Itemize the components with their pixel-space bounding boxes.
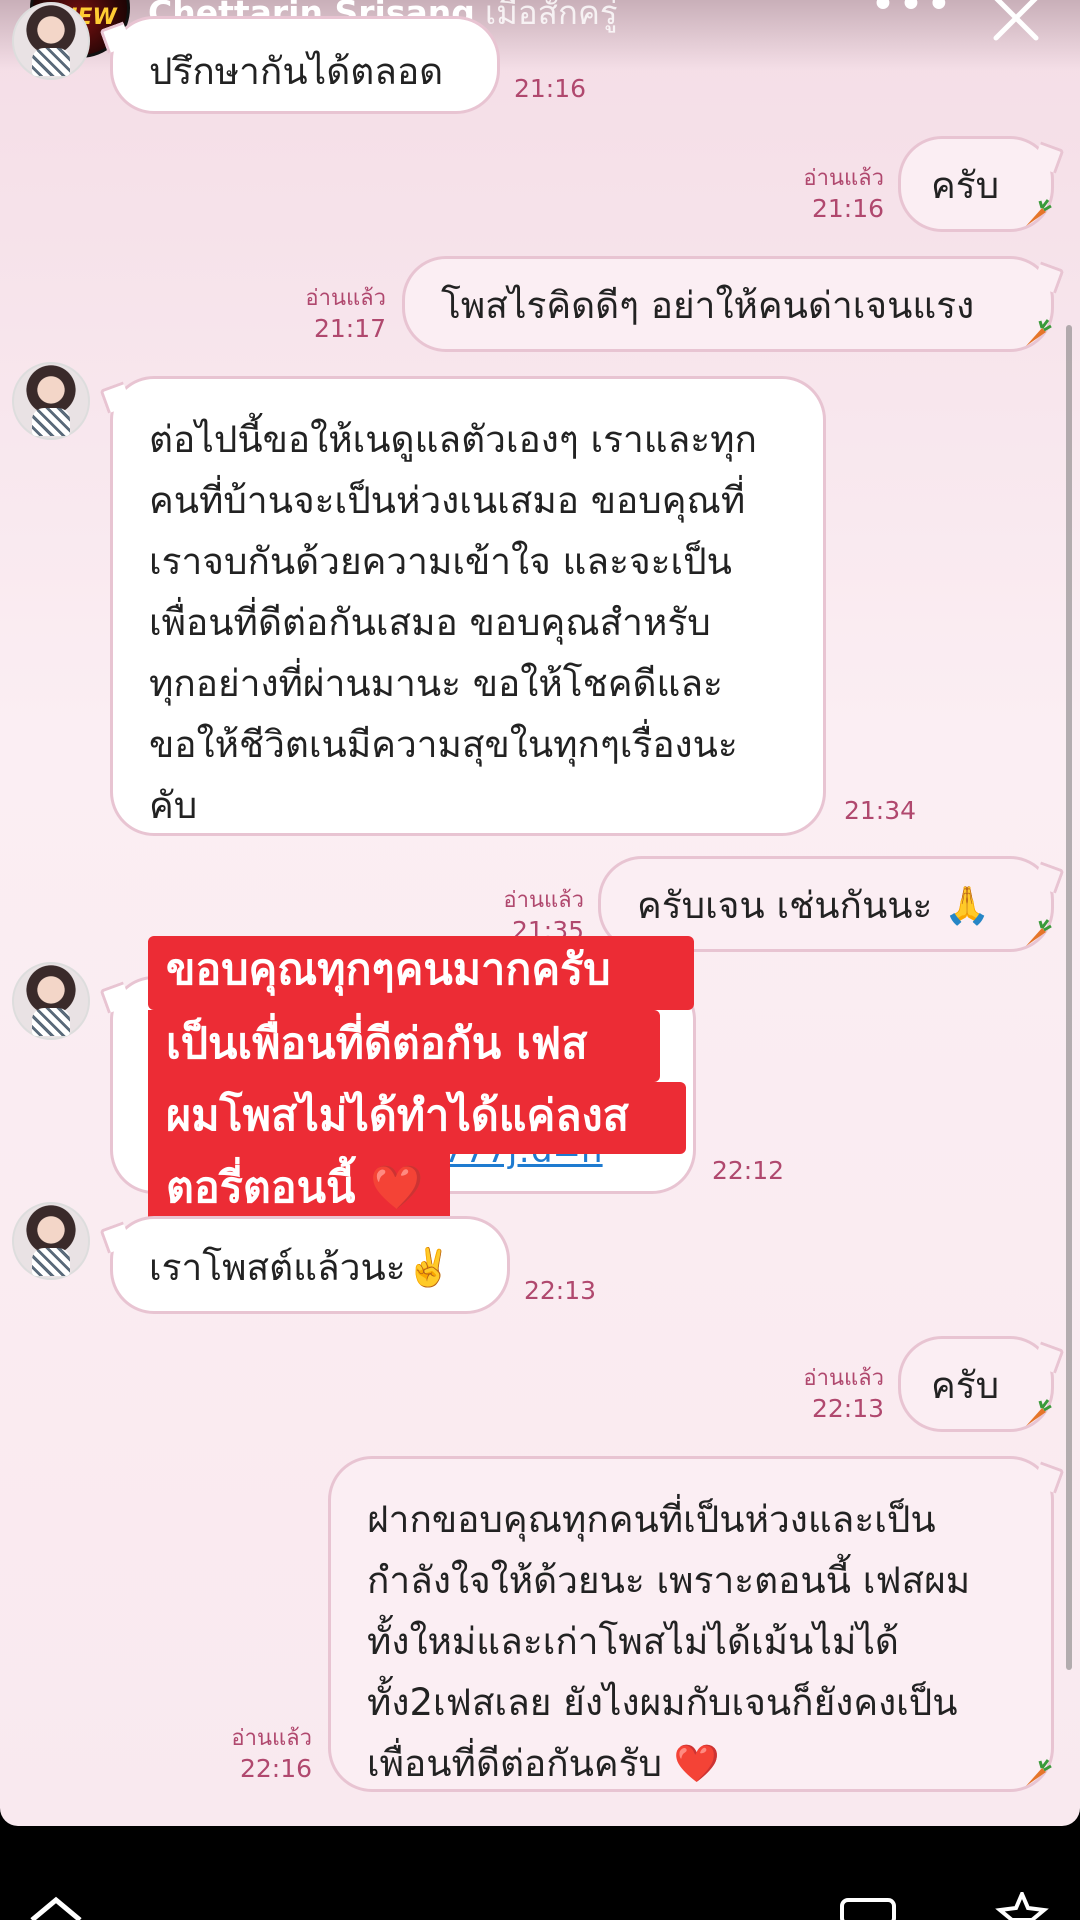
message-bubble-in: ปรึกษากันได้ตลอด (99, 16, 500, 114)
caption-line-4: ตอรี่ตอนนี้ ❤️ (148, 1154, 450, 1222)
close-icon[interactable] (988, 0, 1044, 46)
carrot-sticker-icon (1026, 1759, 1052, 1786)
message-text: ครับ (931, 164, 1000, 207)
message-time: 22:16 (239, 1754, 312, 1783)
star-icon[interactable] (992, 1892, 1052, 1920)
message-meta: อ่านแล้ว 21:16 (760, 164, 884, 224)
read-status: อ่านแล้ว (803, 166, 884, 191)
carrot-sticker-icon (1026, 199, 1052, 226)
caption-line-1: ขอบคุณทุกๆคนมากครับ (148, 936, 694, 1010)
message-time: 21:34 (844, 796, 917, 825)
message-text: ฝากขอบคุณทุกคนที่เป็นห่วงและเป็น กำลังใจ… (367, 1498, 971, 1785)
carrot-sticker-icon (1026, 319, 1052, 346)
message-text: ปรึกษากันได้ตลอด (149, 50, 444, 93)
message-bubble-out: ฝากขอบคุณทุกคนที่เป็นห่วงและเป็น กำลังใจ… (328, 1456, 1065, 1792)
message-meta: อ่านแล้ว 22:16 (200, 1724, 312, 1784)
read-status: อ่านแล้ว (305, 286, 386, 311)
caption-line-3: ผมโพสไม่ได้ทำได้แค่ลงส (148, 1082, 686, 1154)
message-icon[interactable] (836, 1896, 900, 1920)
message-time: 21:16 (514, 74, 587, 103)
message-time: 22:13 (524, 1276, 597, 1305)
message-text: เราโพสต์แล้วนะ✌️ (149, 1246, 452, 1289)
more-icon: ••• (870, 0, 954, 30)
read-status: อ่านแล้ว (503, 888, 584, 913)
message-time: 22:12 (712, 1156, 785, 1185)
message-meta: อ่านแล้ว 21:17 (290, 284, 386, 344)
contact-avatar[interactable] (12, 1202, 90, 1280)
story-screen: NEW Chettarin Srisangเมื่อสักครู่ ••• ปร… (0, 0, 1080, 1920)
home-icon[interactable] (26, 1896, 86, 1920)
contact-avatar[interactable] (12, 362, 90, 440)
carrot-sticker-icon (1026, 919, 1052, 946)
scrollbar[interactable] (1066, 325, 1072, 1670)
post-time: เมื่อสักครู่ (484, 0, 618, 32)
caption-line-2: เป็นเพื่อนที่ดีต่อกัน เฟส (148, 1010, 660, 1082)
message-meta: อ่านแล้ว 22:13 (760, 1364, 884, 1424)
read-status: อ่านแล้ว (803, 1366, 884, 1391)
bottom-nav (0, 1826, 1080, 1920)
message-time: 21:16 (811, 194, 884, 223)
carrot-sticker-icon (1026, 1399, 1052, 1426)
message-text: ต่อไปนี้ขอให้เนดูแลตัวเองๆ เราและทุก คนท… (149, 418, 757, 827)
message-bubble-out: โพสไรคิดดีๆ อย่าให้คนด่าเจนแรง (402, 256, 1065, 352)
message-time: 21:17 (313, 314, 386, 343)
message-bubble-in: ต่อไปนี้ขอให้เนดูแลตัวเองๆ เราและทุก คนท… (99, 376, 826, 836)
more-button[interactable]: ••• (870, 0, 952, 27)
message-time: 22:13 (811, 1394, 884, 1423)
contact-avatar[interactable] (12, 962, 90, 1040)
message-text: โพสไรคิดดีๆ อย่าให้คนด่าเจนแรง (441, 284, 975, 327)
contact-avatar[interactable] (12, 2, 90, 80)
message-text: ครับ (931, 1364, 1000, 1407)
message-bubble-in: เราโพสต์แล้วนะ✌️ (99, 1216, 510, 1314)
message-text: ครับเจน เช่นกันนะ 🙏 (637, 884, 991, 927)
story-image[interactable]: NEW Chettarin Srisangเมื่อสักครู่ ••• ปร… (0, 0, 1080, 1826)
read-status: อ่านแล้ว (231, 1726, 312, 1751)
